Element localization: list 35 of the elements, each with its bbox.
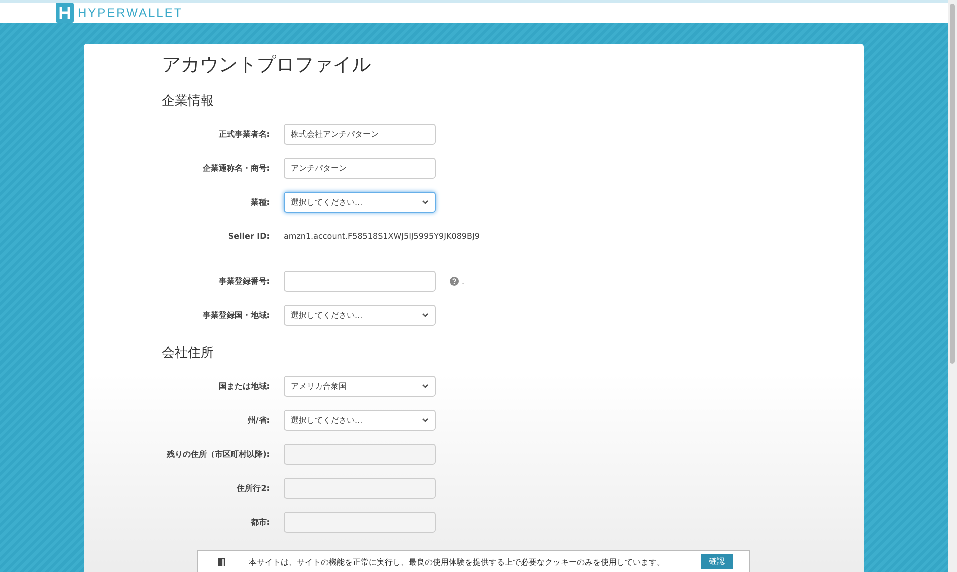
help-icon[interactable]	[450, 277, 459, 286]
select-field[interactable]: 選択してください...	[284, 410, 436, 431]
input-field[interactable]	[284, 271, 436, 292]
confirm-button[interactable]: 確認	[701, 554, 733, 569]
input-field[interactable]	[284, 444, 436, 465]
page-title: アカウントプロファイル	[162, 53, 372, 78]
field-label: 正式事業者名:	[218, 129, 270, 140]
chevron-down-icon	[422, 384, 429, 389]
seller-id: amzn1.account.F58518S1XWJ5IJ5995Y9JK089BJ9	[284, 232, 481, 241]
select-field[interactable]: 選択してください...	[284, 305, 436, 326]
chevron-down-icon	[422, 418, 429, 423]
cookie-message: 本サイトは、サイトの機能を正常に実行し、最良の使用体験を提供する上で必要なクッキーのみを使用しています。	[249, 557, 665, 568]
input-field[interactable]	[284, 512, 436, 533]
input-field[interactable]: 株式会社アンチパターン	[284, 124, 436, 145]
select-field[interactable]: 選択してください...	[284, 192, 436, 213]
field-label: 事業登録国・地域:	[202, 310, 270, 321]
chevron-down-icon	[422, 200, 429, 205]
select-field[interactable]: アメリカ合衆国	[284, 376, 436, 397]
logo-text: HYPERWALLET	[78, 6, 184, 20]
suffix-text: .	[462, 277, 465, 286]
field-label: 企業通称名・商号:	[202, 163, 270, 174]
field-label: 残りの住所（市区町村以降):	[166, 449, 270, 460]
field-label: Seller ID:	[227, 232, 270, 241]
section-heading: 会社住所	[162, 345, 215, 362]
chevron-down-icon	[422, 313, 429, 318]
input-field[interactable]: アンチパターン	[284, 158, 436, 179]
field-label: 都市:	[250, 517, 270, 528]
field-label: 事業登録番号:	[218, 276, 270, 287]
input-field[interactable]	[284, 478, 436, 499]
section-heading: 企業情報	[162, 93, 215, 110]
field-label: 業種:	[250, 197, 270, 208]
scrollbar[interactable]	[948, 0, 957, 572]
field-label: 住所行2:	[236, 483, 270, 494]
field-label: 州/省:	[246, 415, 270, 426]
field-label: 国または地域:	[218, 381, 270, 392]
